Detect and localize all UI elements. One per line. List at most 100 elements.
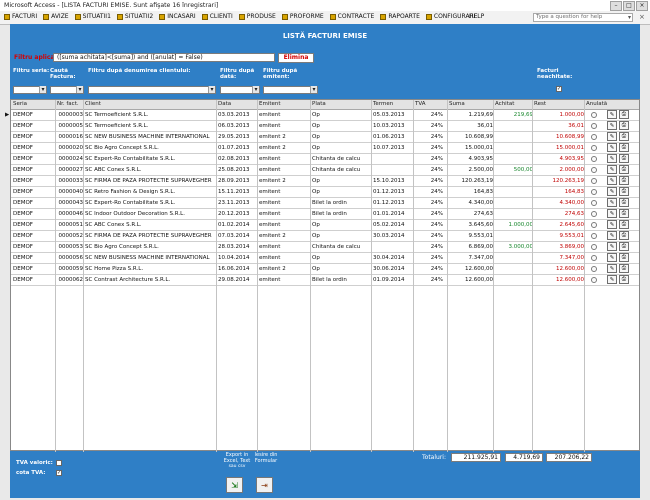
menu-proforme[interactable]: PROFORME <box>281 13 324 20</box>
minimize-button[interactable]: – <box>610 1 622 11</box>
print-invoice-icon[interactable]: ⎙ <box>619 176 629 185</box>
print-invoice-icon[interactable]: ⎙ <box>619 165 629 174</box>
edit-invoice-icon[interactable]: ✎ <box>607 165 617 174</box>
anulata-radio[interactable] <box>591 200 597 206</box>
column-header[interactable]: Achitat <box>495 101 514 107</box>
anulata-radio[interactable] <box>591 134 597 140</box>
edit-invoice-icon[interactable]: ✎ <box>607 231 617 240</box>
menu-situatii1[interactable]: SITUATII1 <box>74 13 111 20</box>
print-invoice-icon[interactable]: ⎙ <box>619 132 629 141</box>
column-header[interactable]: Termen <box>373 101 393 107</box>
edit-invoice-icon[interactable]: ✎ <box>607 176 617 185</box>
menu-situatii2[interactable]: SITUATII2 <box>116 13 153 20</box>
column-header[interactable]: Nr. fact. <box>57 101 79 107</box>
edit-invoice-icon[interactable]: ✎ <box>607 154 617 163</box>
column-header[interactable]: Plata <box>312 101 326 107</box>
anulata-radio[interactable] <box>591 233 597 239</box>
close-document-icon[interactable]: × <box>639 13 645 21</box>
edit-invoice-icon[interactable]: ✎ <box>607 264 617 273</box>
column-header[interactable]: Seria <box>13 101 27 107</box>
table-row[interactable]: DEMOF 0000046 SC Indoor Outdoor Decoration… <box>11 209 639 220</box>
table-row[interactable]: DEMOF 0000020 SC Bio Agro Concept S.R.L. 01… <box>11 143 639 154</box>
table-row[interactable]: DEMOF 0000033 SC FIRMA DE PAZA PROTECTIE S… <box>11 176 639 187</box>
anulata-radio[interactable] <box>591 244 597 250</box>
table-row[interactable]: DEMOF 0000040 SC Retro Fashion & Design S.… <box>11 187 639 198</box>
table-row[interactable]: DEMOF 0000016 SC NEW BUSINESS MACHINE INTE… <box>11 132 639 143</box>
edit-invoice-icon[interactable]: ✎ <box>607 143 617 152</box>
column-header[interactable]: Client <box>85 101 101 107</box>
anulata-radio[interactable] <box>591 167 597 173</box>
menu-produse[interactable]: PRODUSE <box>238 13 276 20</box>
table-row[interactable]: DEMOF 0000005 SC Termoeficient S.R.L. 06.03… <box>11 121 639 132</box>
edit-invoice-icon[interactable]: ✎ <box>607 198 617 207</box>
anulata-radio[interactable] <box>591 211 597 217</box>
print-invoice-icon[interactable]: ⎙ <box>619 231 629 240</box>
anulata-radio[interactable] <box>591 178 597 184</box>
anulata-radio[interactable] <box>591 266 597 272</box>
edit-invoice-icon[interactable]: ✎ <box>607 121 617 130</box>
tva-valoric-checkbox[interactable] <box>56 460 62 466</box>
elimina-button[interactable]: Elimina <box>278 53 314 63</box>
print-invoice-icon[interactable]: ⎙ <box>619 154 629 163</box>
column-header[interactable]: Rest <box>534 101 546 107</box>
client-combo[interactable] <box>88 86 216 94</box>
anulata-radio[interactable] <box>591 123 597 129</box>
factura-combo[interactable] <box>50 86 84 94</box>
column-header[interactable]: Data <box>218 101 231 107</box>
edit-invoice-icon[interactable]: ✎ <box>607 132 617 141</box>
print-invoice-icon[interactable]: ⎙ <box>619 121 629 130</box>
print-invoice-icon[interactable]: ⎙ <box>619 220 629 229</box>
print-invoice-icon[interactable]: ⎙ <box>619 253 629 262</box>
seria-combo[interactable] <box>13 86 47 94</box>
table-row[interactable]: DEMOF 0000062 SC Contrast Architecture S.R… <box>11 275 639 286</box>
close-button[interactable]: × <box>636 1 648 11</box>
table-row[interactable]: DEMOF 0000052 SC FIRMA DE PAZA PROTECTIE S… <box>11 231 639 242</box>
exit-form-button[interactable]: ⇥ <box>256 477 273 493</box>
edit-invoice-icon[interactable]: ✎ <box>607 242 617 251</box>
anulata-radio[interactable] <box>591 156 597 162</box>
table-row[interactable]: DEMOF 0000043 SC Expert-Ro Contabilitate S… <box>11 198 639 209</box>
help-dropdown-icon[interactable]: ▾ <box>628 14 631 21</box>
column-header[interactable]: Suma <box>449 101 465 107</box>
menu-contracte[interactable]: CONTRACTE <box>329 13 374 20</box>
help-menu[interactable]: HELP <box>469 13 484 20</box>
print-invoice-icon[interactable]: ⎙ <box>619 187 629 196</box>
anulata-radio[interactable] <box>591 145 597 151</box>
edit-invoice-icon[interactable]: ✎ <box>607 220 617 229</box>
table-row[interactable]: DEMOF 0000024 SC Expert-Ro Contabilitate S… <box>11 154 639 165</box>
edit-invoice-icon[interactable]: ✎ <box>607 275 617 284</box>
anulata-radio[interactable] <box>591 222 597 228</box>
table-row[interactable]: ▶ DEMOF 0000003 SC Termoeficient S.R.L. 03.0… <box>5 110 639 121</box>
filter-applied-field[interactable]: ([suma achitata]<[suma]) and ([anulat] =… <box>53 53 275 62</box>
menu-incasari[interactable]: INCASARI <box>159 13 196 20</box>
menu-rapoarte[interactable]: RAPOARTE <box>380 13 420 20</box>
print-invoice-icon[interactable]: ⎙ <box>619 198 629 207</box>
menu-avize[interactable]: AVIZE <box>43 13 69 20</box>
print-invoice-icon[interactable]: ⎙ <box>619 110 629 119</box>
column-header[interactable]: TVA <box>415 101 426 107</box>
facturi-neachitate-checkbox[interactable]: ✓ <box>556 86 562 92</box>
edit-invoice-icon[interactable]: ✎ <box>607 187 617 196</box>
help-question-input[interactable]: Type a question for help <box>533 13 633 22</box>
menu-clienti[interactable]: CLIENTI <box>201 13 233 20</box>
table-row[interactable]: DEMOF 0000051 SC ABC Conex S.R.L. 01.02.201… <box>11 220 639 231</box>
anulata-radio[interactable] <box>591 112 597 118</box>
print-invoice-icon[interactable]: ⎙ <box>619 242 629 251</box>
anulata-radio[interactable] <box>591 277 597 283</box>
print-invoice-icon[interactable]: ⎙ <box>619 209 629 218</box>
table-row[interactable]: DEMOF 0000056 SC NEW BUSINESS MACHINE INTE… <box>11 253 639 264</box>
table-row[interactable]: DEMOF 0000059 SC Home Pizza S.R.L. 16.06.20… <box>11 264 639 275</box>
print-invoice-icon[interactable]: ⎙ <box>619 264 629 273</box>
table-row[interactable]: DEMOF 0000053 SC Bio Agro Concept S.R.L. 28… <box>11 242 639 253</box>
column-header[interactable]: Anulată <box>586 101 607 107</box>
column-header[interactable]: Emitent <box>259 101 281 107</box>
emitent-combo[interactable] <box>263 86 318 94</box>
print-invoice-icon[interactable]: ⎙ <box>619 275 629 284</box>
edit-invoice-icon[interactable]: ✎ <box>607 110 617 119</box>
cota-tva-checkbox[interactable]: ✓ <box>56 470 62 476</box>
anulata-radio[interactable] <box>591 255 597 261</box>
print-invoice-icon[interactable]: ⎙ <box>619 143 629 152</box>
anulata-radio[interactable] <box>591 189 597 195</box>
edit-invoice-icon[interactable]: ✎ <box>607 253 617 262</box>
export-button[interactable]: ⇲ <box>226 477 243 493</box>
